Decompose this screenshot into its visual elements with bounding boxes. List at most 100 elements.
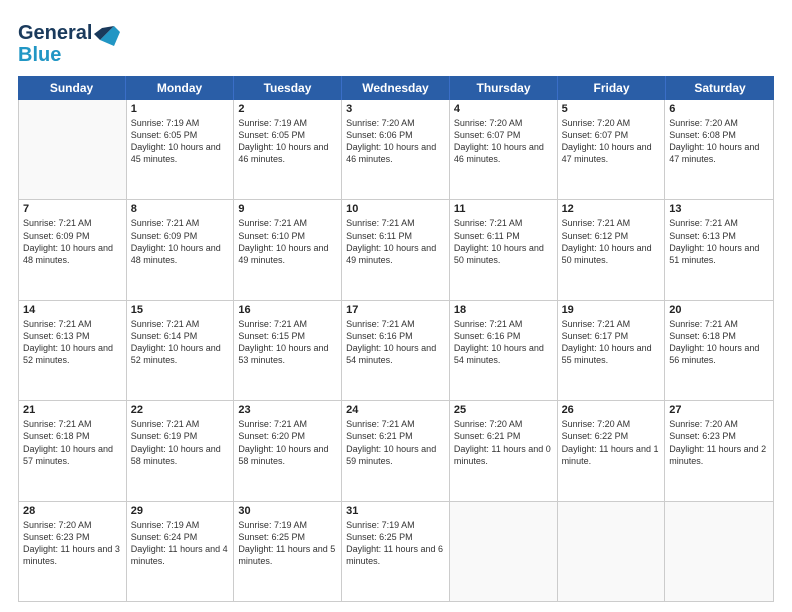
calendar-cell-3-1: 14 Sunrise: 7:21 AM Sunset: 6:13 PM Dayli… — [19, 301, 127, 400]
day-number: 17 — [346, 304, 445, 316]
day-number: 18 — [454, 304, 553, 316]
calendar-week-2: 7 Sunrise: 7:21 AM Sunset: 6:09 PM Daylig… — [19, 200, 773, 300]
calendar-cell-3-7: 20 Sunrise: 7:21 AM Sunset: 6:18 PM Dayli… — [665, 301, 773, 400]
day-number: 24 — [346, 404, 445, 416]
calendar-cell-4-4: 24Sunrise: 7:21 AM Sunset: 6:21 PM Dayli… — [342, 401, 450, 500]
day-info: Sunrise: 7:21 AM Sunset: 6:18 PM Dayligh… — [669, 318, 769, 367]
day-info: Sunrise: 7:19 AM Sunset: 6:05 PM Dayligh… — [131, 117, 230, 166]
day-info: Sunrise: 7:21 AM Sunset: 6:14 PM Dayligh… — [131, 318, 230, 367]
calendar-cell-5-6 — [558, 502, 666, 601]
header-tuesday: Tuesday — [234, 76, 342, 100]
day-info: Sunrise: 7:20 AM Sunset: 6:07 PM Dayligh… — [454, 117, 553, 166]
day-info: Sunrise: 7:21 AM Sunset: 6:19 PM Dayligh… — [131, 418, 230, 467]
day-info: Sunrise: 7:21 AM Sunset: 6:11 PM Dayligh… — [454, 217, 553, 266]
header-saturday: Saturday — [666, 76, 774, 100]
day-number: 23 — [238, 404, 337, 416]
day-number: 21 — [23, 404, 122, 416]
logo-icon — [92, 18, 122, 48]
calendar-week-4: 21 Sunrise: 7:21 AM Sunset: 6:18 PM Dayli… — [19, 401, 773, 501]
calendar-cell-1-3: 2 Sunrise: 7:19 AM Sunset: 6:05 PM Daylig… — [234, 100, 342, 199]
day-info: Sunrise: 7:20 AM Sunset: 6:21 PM Dayligh… — [454, 418, 553, 467]
calendar-cell-5-5 — [450, 502, 558, 601]
day-info: Sunrise: 7:21 AM Sunset: 6:10 PM Dayligh… — [238, 217, 337, 266]
logo: General Blue — [18, 18, 122, 66]
calendar-cell-5-1: 28 Sunrise: 7:20 AM Sunset: 6:23 PM Dayli… — [19, 502, 127, 601]
header-sunday: Sunday — [18, 76, 126, 100]
day-number: 10 — [346, 203, 445, 215]
day-number: 2 — [238, 103, 337, 115]
calendar-cell-5-3: 30 Sunrise: 7:19 AM Sunset: 6:25 PM Dayli… — [234, 502, 342, 601]
day-info: Sunrise: 7:21 AM Sunset: 6:16 PM Dayligh… — [454, 318, 553, 367]
day-number: 28 — [23, 505, 122, 517]
day-info: Sunrise: 7:21 AM Sunset: 6:16 PM Dayligh… — [346, 318, 445, 367]
calendar-cell-1-5: 4 Sunrise: 7:20 AM Sunset: 6:07 PM Daylig… — [450, 100, 558, 199]
day-number: 7 — [23, 203, 122, 215]
day-number: 5 — [562, 103, 661, 115]
day-number: 6 — [669, 103, 769, 115]
header-friday: Friday — [558, 76, 666, 100]
day-info: Sunrise: 7:19 AM Sunset: 6:25 PM Dayligh… — [238, 519, 337, 568]
day-info: Sunrise: 7:20 AM Sunset: 6:23 PM Dayligh… — [23, 519, 122, 568]
day-info: Sunrise: 7:21 AM Sunset: 6:18 PM Dayligh… — [23, 418, 122, 467]
calendar-cell-5-4: 31 Sunrise: 7:19 AM Sunset: 6:25 PM Dayli… — [342, 502, 450, 601]
calendar-body: 1 Sunrise: 7:19 AM Sunset: 6:05 PM Daylig… — [18, 100, 774, 602]
calendar-cell-2-1: 7 Sunrise: 7:21 AM Sunset: 6:09 PM Daylig… — [19, 200, 127, 299]
day-number: 13 — [669, 203, 769, 215]
calendar-week-5: 28 Sunrise: 7:20 AM Sunset: 6:23 PM Dayli… — [19, 502, 773, 601]
day-number: 15 — [131, 304, 230, 316]
day-number: 14 — [23, 304, 122, 316]
day-info: Sunrise: 7:21 AM Sunset: 6:20 PM Dayligh… — [238, 418, 337, 467]
day-number: 27 — [669, 404, 769, 416]
day-number: 1 — [131, 103, 230, 115]
day-info: Sunrise: 7:20 AM Sunset: 6:08 PM Dayligh… — [669, 117, 769, 166]
calendar-cell-1-1 — [19, 100, 127, 199]
calendar-cell-5-7 — [665, 502, 773, 601]
calendar-cell-3-4: 17 Sunrise: 7:21 AM Sunset: 6:16 PM Dayli… — [342, 301, 450, 400]
day-info: Sunrise: 7:21 AM Sunset: 6:09 PM Dayligh… — [23, 217, 122, 266]
calendar-week-3: 14 Sunrise: 7:21 AM Sunset: 6:13 PM Dayli… — [19, 301, 773, 401]
header-monday: Monday — [126, 76, 234, 100]
calendar-week-1: 1 Sunrise: 7:19 AM Sunset: 6:05 PM Daylig… — [19, 100, 773, 200]
day-number: 9 — [238, 203, 337, 215]
calendar-cell-1-2: 1 Sunrise: 7:19 AM Sunset: 6:05 PM Daylig… — [127, 100, 235, 199]
logo-text: General — [18, 22, 92, 44]
day-info: Sunrise: 7:20 AM Sunset: 6:22 PM Dayligh… — [562, 418, 661, 467]
day-number: 12 — [562, 203, 661, 215]
day-number: 16 — [238, 304, 337, 316]
day-info: Sunrise: 7:21 AM Sunset: 6:09 PM Dayligh… — [131, 217, 230, 266]
day-number: 11 — [454, 203, 553, 215]
calendar-cell-1-6: 5Sunrise: 7:20 AM Sunset: 6:07 PM Daylig… — [558, 100, 666, 199]
day-info: Sunrise: 7:20 AM Sunset: 6:06 PM Dayligh… — [346, 117, 445, 166]
header-thursday: Thursday — [450, 76, 558, 100]
day-number: 31 — [346, 505, 445, 517]
calendar-cell-4-2: 22Sunrise: 7:21 AM Sunset: 6:19 PM Dayli… — [127, 401, 235, 500]
day-info: Sunrise: 7:19 AM Sunset: 6:25 PM Dayligh… — [346, 519, 445, 568]
calendar-cell-4-7: 27 Sunrise: 7:20 AM Sunset: 6:23 PM Dayli… — [665, 401, 773, 500]
calendar-cell-2-4: 10Sunrise: 7:21 AM Sunset: 6:11 PM Dayli… — [342, 200, 450, 299]
day-number: 30 — [238, 505, 337, 517]
day-info: Sunrise: 7:21 AM Sunset: 6:13 PM Dayligh… — [23, 318, 122, 367]
day-number: 3 — [346, 103, 445, 115]
calendar-cell-3-5: 18 Sunrise: 7:21 AM Sunset: 6:16 PM Dayli… — [450, 301, 558, 400]
day-number: 25 — [454, 404, 553, 416]
day-number: 20 — [669, 304, 769, 316]
day-number: 8 — [131, 203, 230, 215]
day-info: Sunrise: 7:21 AM Sunset: 6:12 PM Dayligh… — [562, 217, 661, 266]
calendar-cell-3-3: 16Sunrise: 7:21 AM Sunset: 6:15 PM Dayli… — [234, 301, 342, 400]
day-info: Sunrise: 7:20 AM Sunset: 6:23 PM Dayligh… — [669, 418, 769, 467]
day-info: Sunrise: 7:21 AM Sunset: 6:13 PM Dayligh… — [669, 217, 769, 266]
day-number: 26 — [562, 404, 661, 416]
day-number: 19 — [562, 304, 661, 316]
calendar-cell-2-5: 11 Sunrise: 7:21 AM Sunset: 6:11 PM Dayli… — [450, 200, 558, 299]
day-info: Sunrise: 7:19 AM Sunset: 6:05 PM Dayligh… — [238, 117, 337, 166]
calendar-cell-4-3: 23 Sunrise: 7:21 AM Sunset: 6:20 PM Dayli… — [234, 401, 342, 500]
calendar-cell-2-2: 8 Sunrise: 7:21 AM Sunset: 6:09 PM Daylig… — [127, 200, 235, 299]
calendar-cell-1-4: 3 Sunrise: 7:20 AM Sunset: 6:06 PM Daylig… — [342, 100, 450, 199]
calendar: Sunday Monday Tuesday Wednesday Thursday… — [18, 76, 774, 602]
calendar-cell-2-3: 9 Sunrise: 7:21 AM Sunset: 6:10 PM Daylig… — [234, 200, 342, 299]
day-number: 29 — [131, 505, 230, 517]
page: General Blue Sunday Monday Tuesday Wedne… — [0, 0, 792, 612]
calendar-cell-5-2: 29 Sunrise: 7:19 AM Sunset: 6:24 PM Dayli… — [127, 502, 235, 601]
day-number: 4 — [454, 103, 553, 115]
day-info: Sunrise: 7:19 AM Sunset: 6:24 PM Dayligh… — [131, 519, 230, 568]
